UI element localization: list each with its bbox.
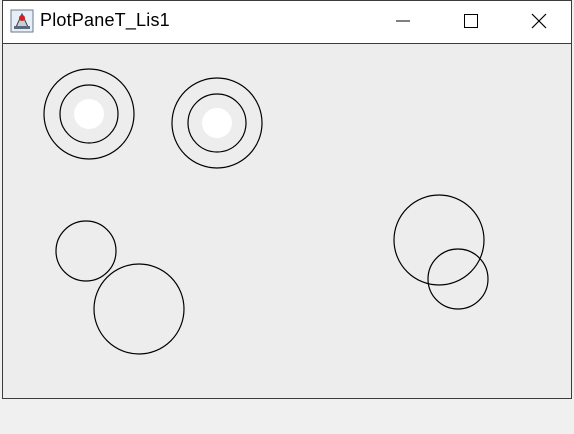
maximize-icon xyxy=(464,14,478,28)
java-app-icon[interactable] xyxy=(10,9,34,33)
target-center-dot xyxy=(202,108,232,138)
plot-pane[interactable] xyxy=(3,43,571,398)
plot-circle xyxy=(393,194,485,286)
plot-circle xyxy=(427,248,489,310)
title-bar[interactable]: PlotPaneT_Lis1 xyxy=(3,1,571,44)
plot-circle xyxy=(55,220,117,282)
close-button[interactable] xyxy=(505,1,573,41)
minimize-icon xyxy=(396,20,410,22)
plot-canvas[interactable] xyxy=(3,43,571,399)
minimize-button[interactable] xyxy=(369,1,437,41)
app-window: PlotPaneT_Lis1 xyxy=(2,0,572,399)
plot-circle xyxy=(93,263,185,355)
target-center-dot xyxy=(74,99,104,129)
window-title: PlotPaneT_Lis1 xyxy=(40,10,170,30)
close-icon xyxy=(531,13,547,29)
maximize-button[interactable] xyxy=(437,1,505,41)
